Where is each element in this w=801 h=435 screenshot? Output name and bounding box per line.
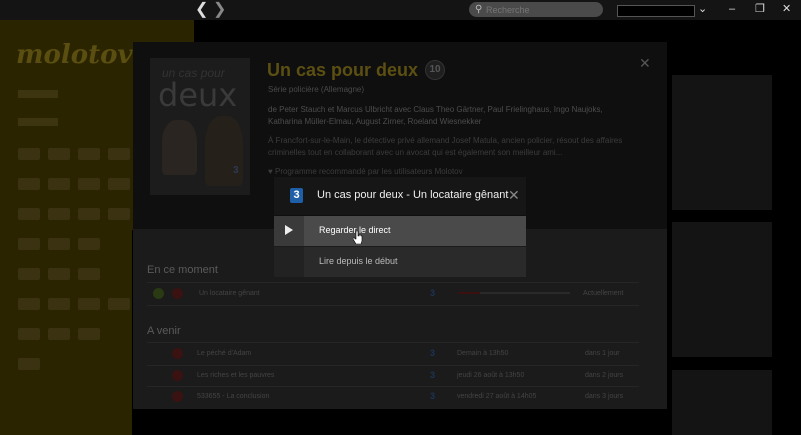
- divider: [147, 365, 639, 366]
- sidebar-item[interactable]: [18, 90, 58, 98]
- channel-logo: 3: [430, 370, 436, 380]
- channel-tile[interactable]: [48, 328, 70, 340]
- sidebar-item[interactable]: [18, 118, 58, 126]
- search-icon: ⚲: [475, 4, 483, 15]
- sidebar: [0, 20, 132, 435]
- progress-fill: [458, 292, 481, 294]
- divider: [147, 305, 639, 306]
- play-icon[interactable]: [153, 288, 164, 299]
- channel-tile[interactable]: [78, 148, 100, 160]
- channel-tile[interactable]: [18, 208, 40, 220]
- poster-thumbnail[interactable]: [672, 75, 772, 210]
- channel-tile[interactable]: [78, 328, 100, 340]
- hand-cursor-icon: [353, 231, 363, 244]
- channel-tile[interactable]: [108, 208, 130, 220]
- channel-tile[interactable]: [48, 238, 70, 250]
- channel-tile[interactable]: [78, 298, 100, 310]
- title-bar: ❮ ❯ ⚲ ⌄ – ❐ ✕: [0, 0, 801, 20]
- play-icon: [285, 225, 293, 235]
- episode-title: 533655 - La conclusion: [197, 393, 270, 400]
- channel-tile[interactable]: [48, 298, 70, 310]
- divider: [147, 386, 639, 387]
- poster-thumbnail[interactable]: [672, 370, 772, 435]
- episode-airtime: jeudi 26 août à 13h50: [457, 372, 525, 379]
- chevron-left-icon[interactable]: ❮: [195, 1, 208, 18]
- channel-tile[interactable]: [108, 178, 130, 190]
- episode-airtime: vendredi 27 août à 14h05: [457, 393, 537, 400]
- play-icon-cell: [274, 216, 304, 246]
- record-icon[interactable]: [172, 288, 183, 299]
- channel-tile[interactable]: [108, 148, 130, 160]
- restore-icon[interactable]: ❐: [755, 2, 765, 17]
- program-synopsis: À Francfort-sur-le-Main, le détective pr…: [268, 136, 623, 157]
- close-icon[interactable]: ✕: [782, 2, 791, 17]
- close-icon[interactable]: ✕: [508, 187, 520, 204]
- episode-countdown: dans 1 jour: [585, 350, 620, 357]
- episode-countdown: dans 2 jours: [585, 372, 624, 379]
- episode-countdown: dans 3 jours: [585, 393, 624, 400]
- program-cover: un cas pour deux 3: [150, 58, 250, 195]
- cover-text-big: deux: [158, 76, 238, 114]
- recommendation-label: ♥ Programme recommandé par les utilisate…: [268, 167, 463, 176]
- age-rating-badge: 10: [425, 60, 445, 80]
- search-input[interactable]: [486, 2, 596, 17]
- record-icon[interactable]: [172, 370, 183, 381]
- episode-title: Les riches et les pauvres: [197, 372, 275, 379]
- channel-tile[interactable]: [108, 298, 130, 310]
- search-bar[interactable]: ⚲: [469, 2, 603, 17]
- channel-tile[interactable]: [48, 178, 70, 190]
- now-heading: En ce moment: [147, 264, 218, 276]
- channel-logo: 3: [430, 391, 436, 401]
- upcoming-heading: A venir: [147, 325, 181, 337]
- channel-tile[interactable]: [18, 328, 40, 340]
- channel-tile[interactable]: [48, 208, 70, 220]
- channel-logo: 3: [290, 188, 303, 203]
- channel-tile[interactable]: [78, 268, 100, 280]
- channel-tile[interactable]: [18, 148, 40, 160]
- channel-tile[interactable]: [48, 268, 70, 280]
- poster-thumbnail[interactable]: [672, 222, 772, 357]
- dialog-title: Un cas pour deux - Un locataire gênant: [317, 189, 509, 201]
- channel-logo: 3: [430, 348, 436, 358]
- program-title: Un cas pour deux: [267, 60, 419, 80]
- divider: [147, 342, 639, 343]
- minimize-icon[interactable]: –: [729, 2, 735, 17]
- close-icon[interactable]: ✕: [639, 55, 651, 72]
- channel-tile[interactable]: [48, 148, 70, 160]
- record-icon[interactable]: [172, 348, 183, 359]
- episode-title: Un locataire gênant: [199, 290, 260, 297]
- channel-logo: 3: [430, 288, 436, 298]
- watch-live-button[interactable]: Regarder le direct: [274, 216, 526, 246]
- channel-tile[interactable]: [18, 178, 40, 190]
- option-icon-cell: [274, 247, 304, 277]
- channel-tile[interactable]: [78, 208, 100, 220]
- channel-tile[interactable]: [78, 178, 100, 190]
- episode-airtime: Demain à 13h50: [457, 350, 509, 357]
- cover-channel-logo: 3: [233, 165, 239, 176]
- channel-tile[interactable]: [18, 358, 40, 370]
- recommendation-text: Programme recommandé par les utilisateur…: [274, 167, 463, 176]
- channel-tile[interactable]: [18, 298, 40, 310]
- program-cast: de Peter Stauch et Marcus Ulbricht avec …: [268, 105, 603, 126]
- play-from-start-button[interactable]: Lire depuis le début: [274, 247, 526, 277]
- channel-tile[interactable]: [18, 238, 40, 250]
- option-label: Lire depuis le début: [319, 256, 398, 266]
- episode-title: Le péché d'Adam: [197, 350, 252, 357]
- progress-bar: [458, 292, 570, 294]
- episode-status: Actuellement: [583, 290, 624, 297]
- chevron-right-icon[interactable]: ❯: [213, 1, 226, 18]
- chevron-down-icon[interactable]: ⌄: [698, 2, 707, 17]
- account-menu[interactable]: [617, 5, 695, 17]
- divider: [147, 282, 639, 283]
- record-icon[interactable]: [172, 391, 183, 402]
- app-logo: molotov: [16, 40, 133, 70]
- channel-tile[interactable]: [18, 268, 40, 280]
- cover-figure: [162, 120, 197, 175]
- channel-tile[interactable]: [78, 238, 100, 250]
- program-genre: Série policière (Allemagne): [268, 85, 365, 94]
